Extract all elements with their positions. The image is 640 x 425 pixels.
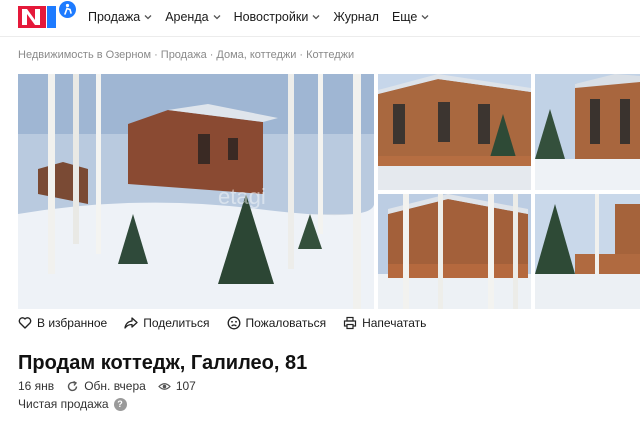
- refresh-icon: [68, 380, 78, 391]
- photo-gallery: etagi: [18, 74, 640, 309]
- help-icon[interactable]: ?: [113, 397, 127, 411]
- sale-type-label: Чистая продажа: [18, 397, 109, 411]
- print-button[interactable]: Напечатать: [343, 316, 426, 330]
- complain-button[interactable]: Пожаловаться: [227, 316, 327, 330]
- main-photo[interactable]: etagi: [18, 74, 374, 309]
- breadcrumb-separator: ·: [209, 49, 214, 61]
- site-header: Продажа Аренда Новостройки Журнал Еще: [0, 0, 640, 36]
- breadcrumb-separator: ·: [154, 49, 158, 61]
- breadcrumb-item[interactable]: Дома, коттеджи: [216, 49, 296, 61]
- breadcrumb: Недвижимость в Озерном · Продажа · Дома,…: [18, 49, 354, 61]
- breadcrumb-item[interactable]: Коттеджи: [306, 49, 354, 61]
- publish-date: 16 янв: [18, 379, 55, 393]
- chevron-down-icon: [213, 15, 221, 20]
- complain-label: Пожаловаться: [245, 316, 327, 330]
- share-icon: [124, 317, 138, 329]
- print-label: Напечатать: [362, 316, 427, 330]
- nav-item-rent[interactable]: Аренда: [165, 10, 221, 24]
- nav-item-new-buildings[interactable]: Новостройки: [234, 10, 321, 24]
- house-corner-photo[interactable]: [535, 194, 640, 309]
- nav-label: Журнал: [333, 10, 379, 24]
- listing-meta: 16 янв Обн. вчера 107: [18, 379, 196, 393]
- n1-logo[interactable]: [18, 6, 56, 28]
- nav-label: Еще: [391, 10, 418, 24]
- listing-title: Продам коттедж, Галилео, 81: [18, 352, 308, 374]
- favorite-button[interactable]: В избранное: [18, 316, 107, 330]
- heart-icon: [18, 317, 32, 329]
- sale-type: Чистая продажа ?: [18, 397, 127, 411]
- watermark-text: etagi: [218, 184, 266, 209]
- eye-icon: [157, 382, 171, 390]
- nav-label: Новостройки: [233, 10, 309, 24]
- chevron-down-icon: [144, 15, 152, 20]
- main-nav: Продажа Аренда Новостройки Журнал Еще: [88, 10, 442, 24]
- house-birches-photo[interactable]: [378, 194, 531, 309]
- printer-icon: [343, 316, 357, 330]
- favorite-label: В избранное: [37, 316, 108, 330]
- nav-label: Продажа: [88, 10, 141, 24]
- chevron-down-icon: [312, 15, 320, 20]
- breadcrumb-separator: ·: [299, 49, 304, 61]
- nav-label: Аренда: [165, 10, 209, 24]
- chevron-down-icon: [421, 15, 429, 20]
- nav-item-more[interactable]: Еще: [392, 10, 429, 24]
- breadcrumb-item[interactable]: Продажа: [161, 49, 207, 61]
- header-divider: [0, 36, 640, 37]
- share-button[interactable]: Поделиться: [124, 316, 210, 330]
- house-side-photo[interactable]: [535, 74, 640, 190]
- sad-face-icon: [227, 316, 240, 330]
- share-label: Поделиться: [143, 316, 210, 330]
- views-count: 107: [175, 379, 196, 393]
- listing-actions: В избранное Поделиться Пожаловаться Напе…: [18, 316, 443, 330]
- breadcrumb-item[interactable]: Недвижимость в Озерном: [18, 49, 151, 61]
- accessibility-icon[interactable]: [59, 1, 76, 18]
- nav-item-sale[interactable]: Продажа: [88, 10, 152, 24]
- updated-text: Обн. вчера: [84, 379, 146, 393]
- nav-item-journal[interactable]: Журнал: [333, 10, 379, 24]
- house-facade-photo[interactable]: [378, 74, 531, 190]
